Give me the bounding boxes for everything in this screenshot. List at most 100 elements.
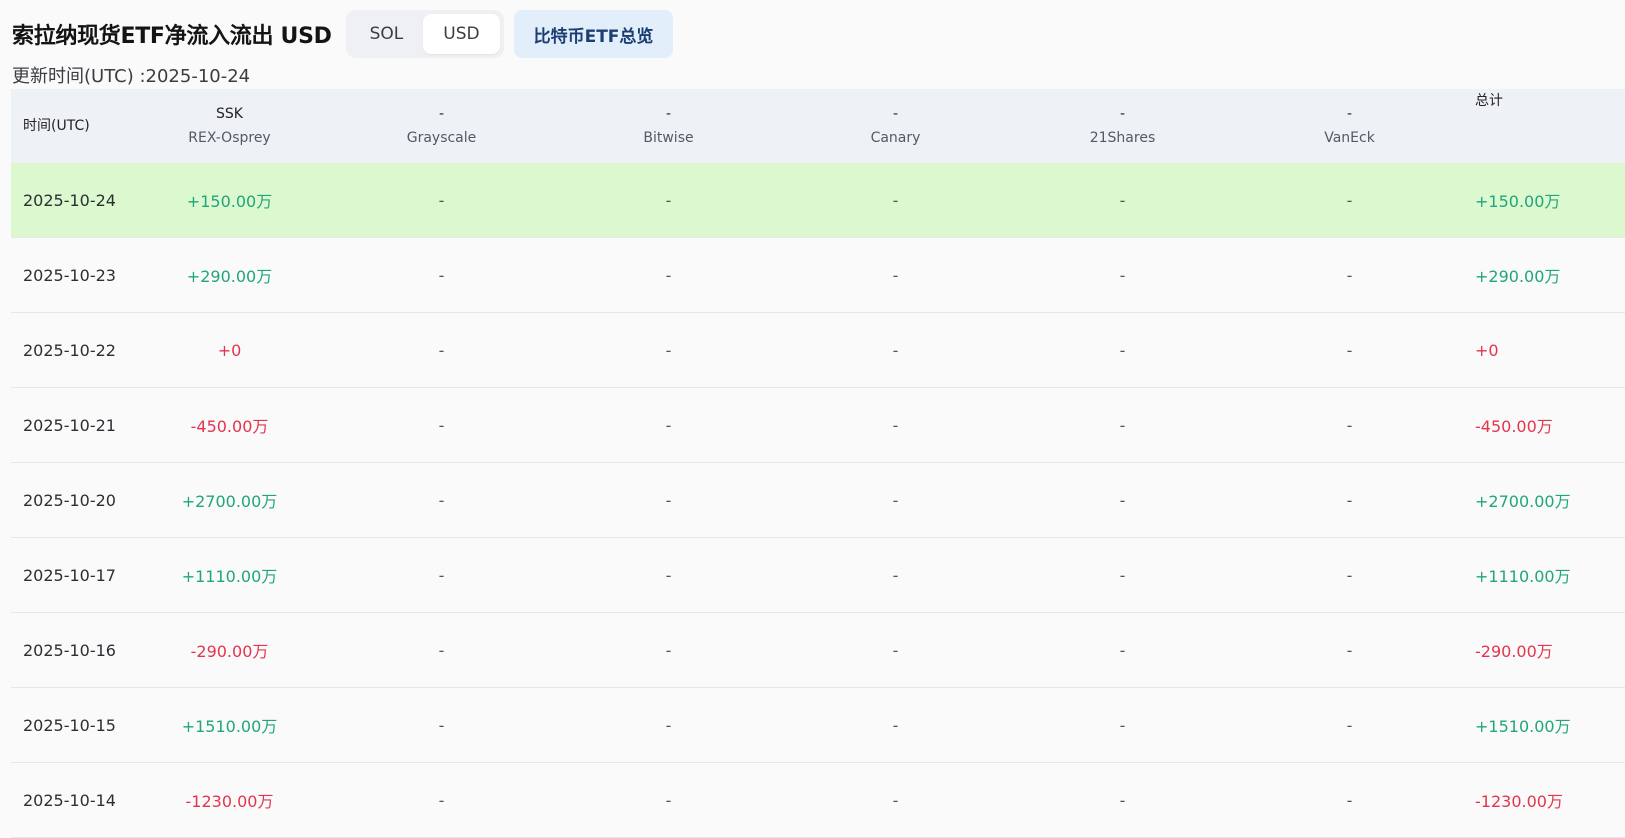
unit-option-sol[interactable]: SOL bbox=[350, 14, 424, 54]
cell-canary: - bbox=[892, 265, 899, 285]
table-header: 时间(UTC) SSK REX-Osprey - Grayscale - Bit… bbox=[11, 89, 1625, 163]
column-ticker: - bbox=[892, 106, 899, 122]
table-row: 2025-10-21 -450.00万 - - - - - -450.00万 bbox=[11, 388, 1625, 463]
cell-bitwise: - bbox=[665, 265, 672, 285]
table-row: 2025-10-22 +0 - - - - - +0 bbox=[11, 313, 1625, 388]
column-issuer: Bitwise bbox=[643, 130, 694, 146]
cell-total: -290.00万 bbox=[1475, 642, 1553, 661]
table-row: 2025-10-17 +1110.00万 - - - - - +1110.00万 bbox=[11, 538, 1625, 613]
cell-bitwise: - bbox=[665, 340, 672, 360]
cell-ssk: +150.00万 bbox=[186, 192, 273, 211]
cell-shares21: - bbox=[1119, 190, 1126, 210]
cell-ssk: -290.00万 bbox=[190, 642, 269, 661]
cell-bitwise: - bbox=[665, 565, 672, 585]
cell-bitwise: - bbox=[665, 640, 672, 660]
table-row: 2025-10-23 +290.00万 - - - - - +290.00万 bbox=[11, 238, 1625, 313]
cell-grayscale: - bbox=[438, 265, 445, 285]
cell-shares21: - bbox=[1119, 565, 1126, 585]
cell-grayscale: - bbox=[438, 490, 445, 510]
column-header-ssk: SSK REX-Osprey bbox=[131, 89, 328, 163]
cell-date: 2025-10-14 bbox=[23, 790, 116, 810]
cell-shares21: - bbox=[1119, 490, 1126, 510]
cell-shares21: - bbox=[1119, 415, 1126, 435]
cell-vaneck: - bbox=[1346, 640, 1353, 660]
page: 索拉纳现货ETF净流入流出 USD SOL USD 比特币ETF总览 更新时间(… bbox=[0, 0, 1625, 838]
cell-grayscale: - bbox=[438, 565, 445, 585]
cell-total: +290.00万 bbox=[1475, 267, 1561, 286]
column-header-vaneck: - VanEck bbox=[1236, 89, 1463, 163]
cell-vaneck: - bbox=[1346, 340, 1353, 360]
table-body: 2025-10-24 +150.00万 - - - - - +150.00万 2025-10-2… bbox=[11, 163, 1625, 838]
cell-grayscale: - bbox=[438, 790, 445, 810]
cell-vaneck: - bbox=[1346, 490, 1353, 510]
cell-shares21: - bbox=[1119, 340, 1126, 360]
cell-shares21: - bbox=[1119, 790, 1126, 810]
cell-bitwise: - bbox=[665, 490, 672, 510]
cell-ssk: +0 bbox=[217, 340, 242, 360]
column-header-time: 时间(UTC) bbox=[11, 89, 131, 163]
cell-canary: - bbox=[892, 490, 899, 510]
column-ticker: SSK bbox=[216, 106, 243, 122]
cell-total: +1510.00万 bbox=[1475, 717, 1571, 736]
cell-vaneck: - bbox=[1346, 265, 1353, 285]
cell-ssk: +1510.00万 bbox=[181, 717, 278, 736]
cell-vaneck: - bbox=[1346, 415, 1353, 435]
table-row: 2025-10-24 +150.00万 - - - - - +150.00万 bbox=[11, 163, 1625, 238]
cell-ssk: -450.00万 bbox=[190, 417, 269, 436]
cell-total: +150.00万 bbox=[1475, 192, 1561, 211]
cell-bitwise: - bbox=[665, 790, 672, 810]
cell-total: -450.00万 bbox=[1475, 417, 1553, 436]
cell-total: +0 bbox=[1475, 340, 1499, 360]
cell-grayscale: - bbox=[438, 340, 445, 360]
header: 索拉纳现货ETF净流入流出 USD SOL USD 比特币ETF总览 bbox=[12, 10, 674, 58]
column-issuer: REX-Osprey bbox=[188, 130, 271, 146]
cell-date: 2025-10-21 bbox=[23, 415, 116, 435]
cell-canary: - bbox=[892, 790, 899, 810]
cell-bitwise: - bbox=[665, 190, 672, 210]
cell-shares21: - bbox=[1119, 265, 1126, 285]
etf-flow-table: 时间(UTC) SSK REX-Osprey - Grayscale - Bit… bbox=[11, 89, 1625, 838]
column-label: 总计 bbox=[1475, 93, 1503, 109]
table-row: 2025-10-16 -290.00万 - - - - - -290.00万 bbox=[11, 613, 1625, 688]
cell-bitwise: - bbox=[665, 415, 672, 435]
cell-grayscale: - bbox=[438, 190, 445, 210]
cell-ssk: +2700.00万 bbox=[181, 492, 278, 511]
column-header-grayscale: - Grayscale bbox=[328, 89, 555, 163]
cell-shares21: - bbox=[1119, 640, 1126, 660]
column-issuer: Grayscale bbox=[406, 130, 477, 146]
cell-grayscale: - bbox=[438, 715, 445, 735]
column-issuer: Canary bbox=[870, 130, 921, 146]
page-title: 索拉纳现货ETF净流入流出 USD bbox=[12, 24, 332, 49]
btc-etf-overview-button[interactable]: 比特币ETF总览 bbox=[513, 10, 674, 58]
cell-vaneck: - bbox=[1346, 190, 1353, 210]
cell-canary: - bbox=[892, 190, 899, 210]
cell-canary: - bbox=[892, 415, 899, 435]
column-header-21shares: - 21Shares bbox=[1009, 89, 1236, 163]
cell-ssk: -1230.00万 bbox=[185, 792, 274, 811]
cell-total: +2700.00万 bbox=[1475, 492, 1571, 511]
cell-total: +1110.00万 bbox=[1475, 567, 1571, 586]
table-row: 2025-10-15 +1510.00万 - - - - - +1510.00万 bbox=[11, 688, 1625, 763]
cell-ssk: +290.00万 bbox=[186, 267, 273, 286]
cell-grayscale: - bbox=[438, 415, 445, 435]
cell-date: 2025-10-17 bbox=[23, 565, 116, 585]
column-header-bitwise: - Bitwise bbox=[555, 89, 782, 163]
column-header-canary: - Canary bbox=[782, 89, 1009, 163]
unit-toggle: SOL USD bbox=[345, 10, 504, 58]
column-ticker: - bbox=[438, 106, 445, 122]
cell-vaneck: - bbox=[1346, 565, 1353, 585]
cell-date: 2025-10-24 bbox=[23, 190, 116, 210]
unit-option-usd[interactable]: USD bbox=[423, 14, 500, 54]
cell-vaneck: - bbox=[1346, 715, 1353, 735]
cell-canary: - bbox=[892, 565, 899, 585]
cell-vaneck: - bbox=[1346, 790, 1353, 810]
column-issuer: 21Shares bbox=[1089, 130, 1156, 146]
column-ticker: - bbox=[1119, 106, 1126, 122]
cell-canary: - bbox=[892, 640, 899, 660]
cell-grayscale: - bbox=[438, 640, 445, 660]
cell-ssk: +1110.00万 bbox=[181, 567, 278, 586]
cell-date: 2025-10-15 bbox=[23, 715, 116, 735]
updated-time: 更新时间(UTC) :2025-10-24 bbox=[12, 66, 251, 87]
column-ticker: - bbox=[1346, 106, 1353, 122]
table-row: 2025-10-20 +2700.00万 - - - - - +2700.00万 bbox=[11, 463, 1625, 538]
